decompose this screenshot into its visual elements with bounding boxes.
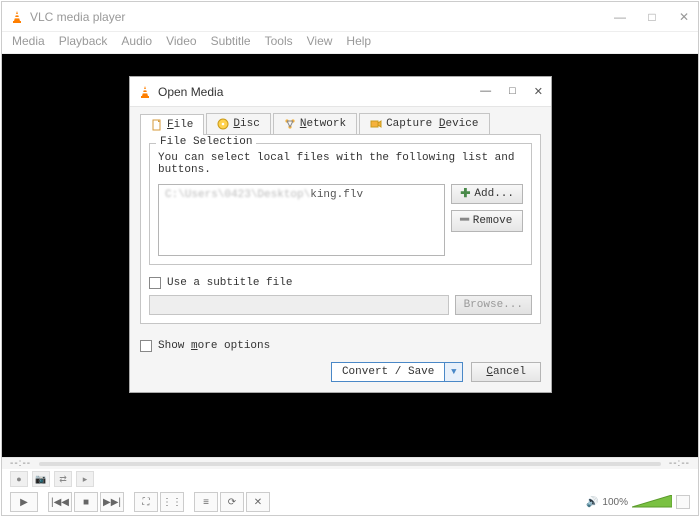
subtitle-label: Use a subtitle file <box>167 277 292 289</box>
menu-media[interactable]: Media <box>12 34 45 51</box>
next-button[interactable]: ▶▶| <box>100 492 124 512</box>
file-selection-legend: File Selection <box>156 136 256 148</box>
show-more-checkbox[interactable] <box>140 340 152 352</box>
minus-icon: ━ <box>460 214 468 228</box>
volume-percent: 100% <box>602 497 628 508</box>
subtitle-path-input <box>149 295 449 315</box>
show-more-row: Show more options <box>140 340 541 352</box>
frame-step-icon[interactable]: ▸ <box>76 471 94 487</box>
vlc-cone-icon <box>138 85 152 99</box>
menu-playback[interactable]: Playback <box>59 34 108 51</box>
elapsed-time: --:-- <box>10 458 31 469</box>
playback-controls: ▶ |◀◀ ■ ▶▶| ⛶ ⋮⋮ ≡ ⟳ ✕ 🔊 100% <box>2 489 698 515</box>
menubar: Media Playback Audio Video Subtitle Tool… <box>2 32 698 54</box>
tab-disc[interactable]: Disc <box>206 113 270 134</box>
seek-bar-row: --:-- --:-- <box>2 457 698 469</box>
remove-button[interactable]: ━Remove <box>451 210 523 232</box>
menu-subtitle[interactable]: Subtitle <box>211 34 251 51</box>
dialog-maximize-button[interactable]: □ <box>509 85 516 98</box>
plus-icon: ✚ <box>460 188 470 200</box>
playlist-button[interactable]: ≡ <box>194 492 218 512</box>
tab-capture-device[interactable]: Capture Device <box>359 113 489 134</box>
mini-toolbar: ● 📷 ⇄ ▸ <box>2 469 698 489</box>
menu-audio[interactable]: Audio <box>121 34 152 51</box>
menu-tools[interactable]: Tools <box>265 34 293 51</box>
dialog-window-controls: — □ ✕ <box>480 85 543 98</box>
dialog-footer: Show more options Convert / Save ▼ Cance… <box>130 334 551 392</box>
total-time: --:-- <box>669 458 690 469</box>
app-title: VLC media player <box>30 10 614 24</box>
loop-button[interactable]: ⟳ <box>220 492 244 512</box>
dialog-titlebar: Open Media — □ ✕ <box>130 77 551 107</box>
fullscreen-button[interactable]: ⛶ <box>134 492 158 512</box>
vlc-cone-icon <box>10 10 24 24</box>
atob-icon[interactable]: ⇄ <box>54 471 72 487</box>
file-list-entry[interactable]: C:\Users\0423\Desktop\king.flv <box>165 189 438 201</box>
dialog-minimize-button[interactable]: — <box>480 85 491 98</box>
tab-file[interactable]: File <box>140 114 204 135</box>
file-selection-hint: You can select local files with the foll… <box>158 152 523 176</box>
tabstrip: File Disc Network Capture Device <box>130 107 551 134</box>
browse-button: Browse... <box>455 295 532 315</box>
ext-settings-button[interactable]: ⋮⋮ <box>160 492 184 512</box>
main-titlebar: VLC media player — □ ✕ <box>2 2 698 32</box>
play-button[interactable]: ▶ <box>10 492 38 512</box>
seek-slider[interactable] <box>39 462 661 466</box>
tab-network[interactable]: Network <box>273 113 357 134</box>
menu-view[interactable]: View <box>307 34 333 51</box>
subtitle-checkbox[interactable] <box>149 277 161 289</box>
disc-icon <box>217 118 229 130</box>
shuffle-button[interactable]: ✕ <box>246 492 270 512</box>
menu-video[interactable]: Video <box>166 34 196 51</box>
record-icon[interactable]: ● <box>10 471 28 487</box>
menu-help[interactable]: Help <box>346 34 371 51</box>
open-media-dialog: Open Media — □ ✕ File Disc Network Captu… <box>129 76 552 393</box>
convert-save-dropdown[interactable]: ▼ <box>445 362 463 382</box>
convert-save-splitbutton[interactable]: Convert / Save ▼ <box>331 362 463 382</box>
add-button[interactable]: ✚Add... <box>451 184 523 204</box>
capture-icon <box>370 118 382 130</box>
cancel-button[interactable]: Cancel <box>471 362 541 382</box>
show-more-label: Show more options <box>158 340 270 352</box>
stop-button[interactable]: ■ <box>74 492 98 512</box>
file-icon <box>151 119 163 131</box>
window-controls: — □ ✕ <box>614 10 690 24</box>
network-icon <box>284 118 296 130</box>
close-button[interactable]: ✕ <box>678 10 690 24</box>
file-selection-frame: File Selection You can select local file… <box>149 143 532 265</box>
convert-save-button[interactable]: Convert / Save <box>331 362 445 382</box>
maximize-button[interactable]: □ <box>646 10 658 24</box>
minimize-button[interactable]: — <box>614 10 626 24</box>
file-list[interactable]: C:\Users\0423\Desktop\king.flv <box>158 184 445 256</box>
volume-control: 🔊 100% <box>586 495 690 509</box>
subtitle-checkbox-row: Use a subtitle file <box>149 277 532 289</box>
prev-button[interactable]: |◀◀ <box>48 492 72 512</box>
dialog-title: Open Media <box>158 85 480 99</box>
volume-slider[interactable] <box>632 495 672 509</box>
tab-body-file: File Selection You can select local file… <box>140 134 541 324</box>
speaker-icon[interactable]: 🔊 <box>586 497 598 508</box>
snapshot-icon[interactable]: 📷 <box>32 471 50 487</box>
volume-mute-box[interactable] <box>676 495 690 509</box>
dialog-close-button[interactable]: ✕ <box>534 85 543 98</box>
